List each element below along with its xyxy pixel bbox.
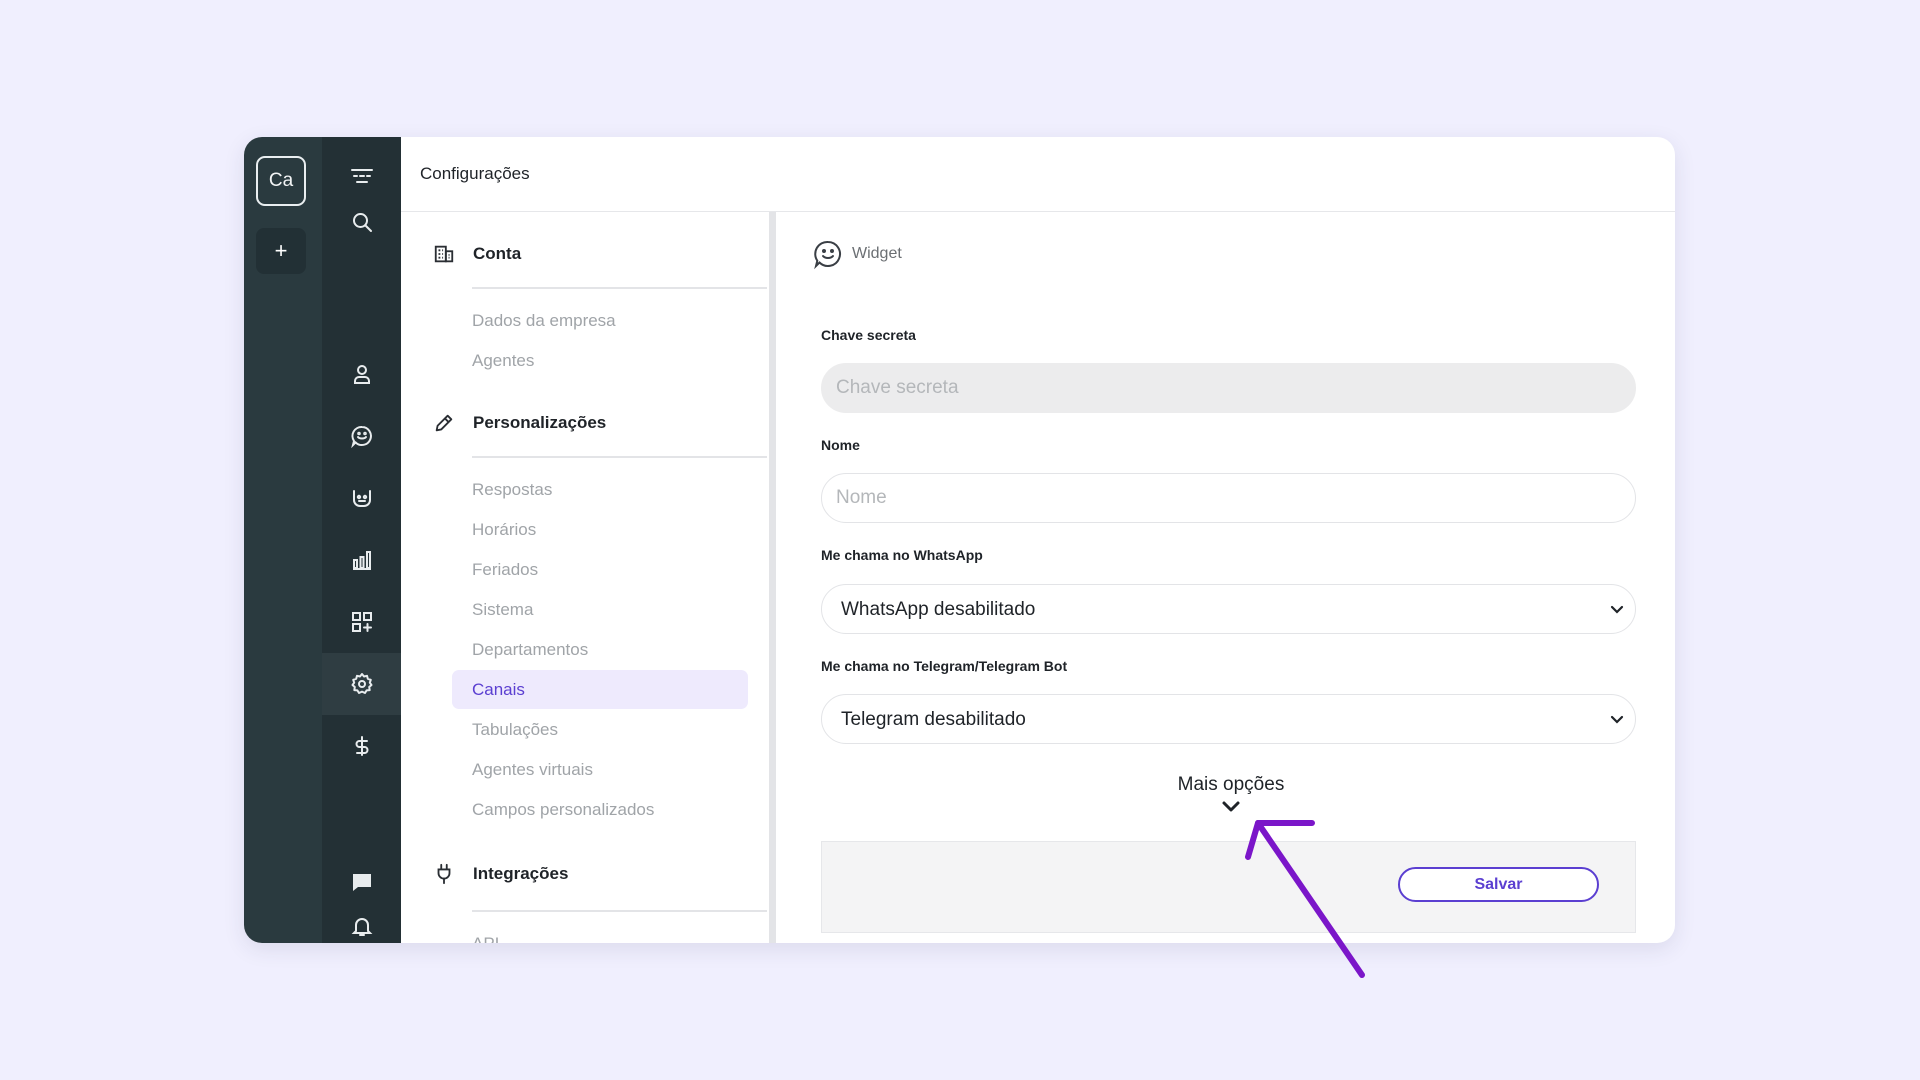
search-icon[interactable] (322, 200, 401, 244)
building-icon (434, 245, 454, 263)
app-window: Ca + Configurações Conta Dados da empres… (244, 137, 1675, 943)
page-title: Configurações (420, 164, 530, 183)
dollar-icon[interactable] (322, 724, 401, 768)
save-button[interactable]: Salvar (1398, 867, 1599, 902)
menu-item-feriados[interactable]: Feriados (472, 560, 538, 580)
workspace-badge[interactable]: Ca (256, 156, 306, 206)
whatsapp-select[interactable]: WhatsApp desabilitado (821, 584, 1636, 634)
section-divider (472, 287, 767, 289)
menu-item-departamentos[interactable]: Departamentos (472, 640, 588, 660)
whatsapp-label: Me chama no WhatsApp (821, 547, 983, 563)
settings-menu: Conta Dados da empresa Agentes Personali… (401, 212, 769, 943)
name-input[interactable] (821, 473, 1636, 523)
menu-scrollbar[interactable] (769, 212, 776, 943)
menu-item-api[interactable]: API (472, 934, 499, 943)
bell-icon[interactable] (322, 904, 401, 943)
chat-icon[interactable] (322, 414, 401, 458)
workspace-rail: Ca + (244, 137, 322, 943)
channel-form: Widget Chave secreta Nome Me chama no Wh… (776, 212, 1675, 943)
menu-item-respostas[interactable]: Respostas (472, 480, 552, 500)
menu-item-campos-personalizados[interactable]: Campos personalizados (472, 800, 654, 820)
plug-icon (437, 863, 451, 885)
chevron-down-icon (1610, 605, 1624, 614)
section-personalizacoes[interactable]: Personalizações (433, 412, 606, 434)
menu-item-sistema[interactable]: Sistema (472, 600, 533, 620)
add-workspace-button[interactable]: + (256, 228, 306, 274)
nav-rail (322, 137, 401, 943)
top-bar: Configurações (401, 137, 1675, 212)
section-divider (472, 910, 767, 912)
telegram-select[interactable]: Telegram desabilitado (821, 694, 1636, 744)
menu-item-tabulacoes[interactable]: Tabulações (472, 720, 558, 740)
section-divider (472, 456, 767, 458)
bot-icon[interactable] (322, 476, 401, 520)
section-label: Integrações (473, 864, 569, 883)
channel-name: Widget (852, 245, 902, 262)
telegram-label: Me chama no Telegram/Telegram Bot (821, 658, 1068, 674)
apps-icon[interactable] (322, 600, 401, 644)
chart-icon[interactable] (322, 538, 401, 582)
chevron-down-icon (1610, 715, 1624, 724)
message-icon[interactable] (322, 860, 401, 904)
section-label: Conta (473, 244, 522, 263)
widget-chat-icon (814, 240, 841, 270)
menu-item-agentes-virtuais[interactable]: Agentes virtuais (472, 760, 593, 780)
whatsapp-select-value: WhatsApp desabilitado (841, 599, 1036, 620)
annotation-arrow-icon (1245, 820, 1365, 978)
menu-item-agentes[interactable]: Agentes (472, 351, 534, 371)
channel-header: Widget (812, 238, 902, 270)
form-footer: Salvar (821, 841, 1636, 933)
user-icon[interactable] (322, 352, 401, 396)
menu-item-horarios[interactable]: Horários (472, 520, 536, 540)
pencil-icon (435, 414, 453, 432)
menu-item-canais[interactable]: Canais (452, 670, 748, 709)
section-conta[interactable]: Conta (433, 243, 521, 265)
menu-icon[interactable] (322, 155, 401, 199)
telegram-select-value: Telegram desabilitado (841, 709, 1026, 730)
section-label: Personalizações (473, 413, 607, 432)
gear-icon[interactable] (322, 653, 401, 715)
more-options-label: Mais opções (1177, 774, 1285, 795)
secret-key-input (821, 363, 1636, 413)
secret-key-label: Chave secreta (821, 327, 916, 343)
menu-item-dados-da-empresa[interactable]: Dados da empresa (472, 311, 616, 331)
name-label: Nome (821, 437, 860, 453)
section-integracoes[interactable]: Integrações (433, 863, 568, 885)
